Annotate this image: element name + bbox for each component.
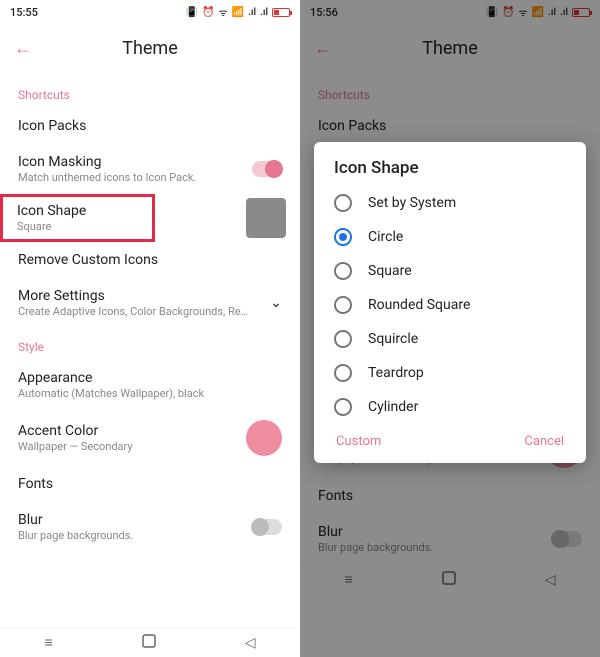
cancel-button[interactable]: Cancel — [524, 434, 564, 449]
app-header: ← Theme — [300, 24, 600, 72]
section-shortcuts: Shortcuts — [0, 76, 300, 108]
wifi-icon: ᯤ — [519, 5, 528, 19]
wifi-icon: ᯤ — [219, 5, 228, 19]
icon-packs-label: Icon Packs — [18, 118, 282, 134]
dialog-option-label: Teardrop — [368, 365, 424, 381]
fonts-item[interactable]: Fonts — [0, 466, 300, 502]
section-style: Style — [0, 328, 300, 360]
radio-icon — [334, 330, 352, 348]
dialog-option-label: Rounded Square — [368, 297, 470, 313]
radio-icon — [334, 194, 352, 212]
dialog-title: Icon Shape — [314, 158, 586, 186]
icon-shape-dialog: Icon Shape Set by System Circle Square Roun… — [314, 142, 586, 463]
fonts-label: Fonts — [18, 476, 282, 492]
page-title: Theme — [300, 38, 600, 59]
signal-icon-2: .ıl — [260, 7, 268, 18]
dialog-option[interactable]: Cylinder — [314, 390, 586, 424]
signal-icon: .ıl — [248, 7, 256, 18]
icon-shape-item[interactable]: Icon Shape Square — [0, 194, 155, 242]
more-settings-label: More Settings — [18, 288, 270, 304]
remove-custom-label: Remove Custom Icons — [18, 252, 282, 268]
dialog-option[interactable]: Rounded Square — [314, 288, 586, 322]
icon-shape-sub: Square — [17, 220, 140, 233]
appearance-item[interactable]: Appearance Automatic (Matches Wallpaper)… — [0, 360, 300, 410]
chevron-down-icon: ⌄ — [270, 295, 282, 311]
vibrate-icon: 📳 — [486, 7, 498, 18]
accent-label: Accent Color — [18, 423, 246, 439]
vibrate-icon: 📳 — [186, 7, 198, 18]
volte-icon: 📶 — [232, 7, 244, 18]
nav-home-icon[interactable] — [442, 571, 456, 589]
dialog-option-label: Squircle — [368, 331, 418, 347]
page-title: Theme — [0, 38, 300, 59]
blur-item[interactable]: Blur Blur page backgrounds. — [0, 502, 300, 552]
blur-label: Blur — [18, 512, 252, 528]
dialog-option-label: Set by System — [368, 195, 456, 211]
status-icons: 📳 ⏰ ᯤ 📶 .ıl .ıl — [486, 5, 590, 19]
blur-toggle[interactable] — [252, 519, 282, 535]
status-bar: 15:56 📳 ⏰ ᯤ 📶 .ıl .ıl — [300, 0, 600, 24]
custom-button[interactable]: Custom — [336, 434, 381, 449]
signal-icon: .ıl — [548, 7, 556, 18]
volte-icon: 📶 — [532, 7, 544, 18]
accent-color-item[interactable]: Accent Color Wallpaper — Secondary — [0, 410, 300, 466]
icon-masking-item[interactable]: Icon Masking Match unthemed icons to Ico… — [0, 144, 300, 194]
dialog-option[interactable]: Squircle — [314, 322, 586, 356]
blur-toggle[interactable] — [552, 531, 582, 547]
app-header: ← Theme — [0, 24, 300, 72]
dialog-option-label: Square — [368, 263, 412, 279]
nav-home-icon[interactable] — [142, 634, 156, 652]
alarm-icon: ⏰ — [502, 7, 514, 18]
radio-icon — [334, 228, 352, 246]
appearance-label: Appearance — [18, 370, 282, 386]
more-settings-sub: Create Adaptive Icons, Color Backgrounds… — [18, 305, 248, 318]
more-settings-item[interactable]: More Settings Create Adaptive Icons, Col… — [0, 278, 300, 328]
nav-back-icon[interactable]: ◁ — [245, 635, 256, 651]
icon-masking-label: Icon Masking — [18, 154, 252, 170]
battery-icon — [572, 8, 590, 17]
alarm-icon: ⏰ — [202, 7, 214, 18]
icon-packs-item[interactable]: Icon Packs — [0, 108, 300, 144]
icon-masking-sub: Match unthemed icons to Icon Pack. — [18, 171, 248, 184]
blur-item[interactable]: Blur Blur page backgrounds. — [300, 514, 600, 564]
fonts-item[interactable]: Fonts — [300, 478, 600, 514]
nav-back-icon[interactable]: ◁ — [545, 572, 556, 588]
remove-custom-icons-item[interactable]: Remove Custom Icons — [0, 242, 300, 278]
dialog-option[interactable]: Square — [314, 254, 586, 288]
radio-icon — [334, 296, 352, 314]
battery-icon — [272, 8, 290, 17]
signal-icon-2: .ıl — [560, 7, 568, 18]
radio-icon — [334, 364, 352, 382]
icon-shape-preview — [246, 198, 286, 238]
appearance-sub: Automatic (Matches Wallpaper), black — [18, 387, 248, 400]
dialog-option[interactable]: Circle — [314, 220, 586, 254]
blur-sub: Blur page backgrounds. — [18, 529, 248, 542]
status-bar: 15:55 📳 ⏰ ᯤ 📶 .ıl .ıl — [0, 0, 300, 24]
accent-sub: Wallpaper — Secondary — [18, 440, 246, 453]
dialog-option[interactable]: Set by System — [314, 186, 586, 220]
nav-bar: ≡ ◁ — [300, 564, 600, 594]
icon-masking-toggle[interactable] — [252, 161, 282, 177]
status-icons: 📳 ⏰ ᯤ 📶 .ıl .ıl — [186, 5, 290, 19]
dialog-option-label: Circle — [368, 229, 403, 245]
icon-packs-item[interactable]: Icon Packs — [300, 108, 600, 144]
nav-bar: ≡ ◁ — [0, 627, 300, 657]
dialog-option[interactable]: Teardrop — [314, 356, 586, 390]
dialog-option-label: Cylinder — [368, 399, 418, 415]
section-shortcuts: Shortcuts — [300, 76, 600, 108]
icon-shape-label: Icon Shape — [17, 203, 140, 219]
accent-color-swatch — [246, 420, 282, 456]
status-time: 15:55 — [10, 6, 38, 19]
radio-icon — [334, 398, 352, 416]
nav-recent-icon[interactable]: ≡ — [345, 571, 353, 588]
status-time: 15:56 — [310, 6, 338, 19]
nav-recent-icon[interactable]: ≡ — [45, 634, 53, 651]
radio-icon — [334, 262, 352, 280]
